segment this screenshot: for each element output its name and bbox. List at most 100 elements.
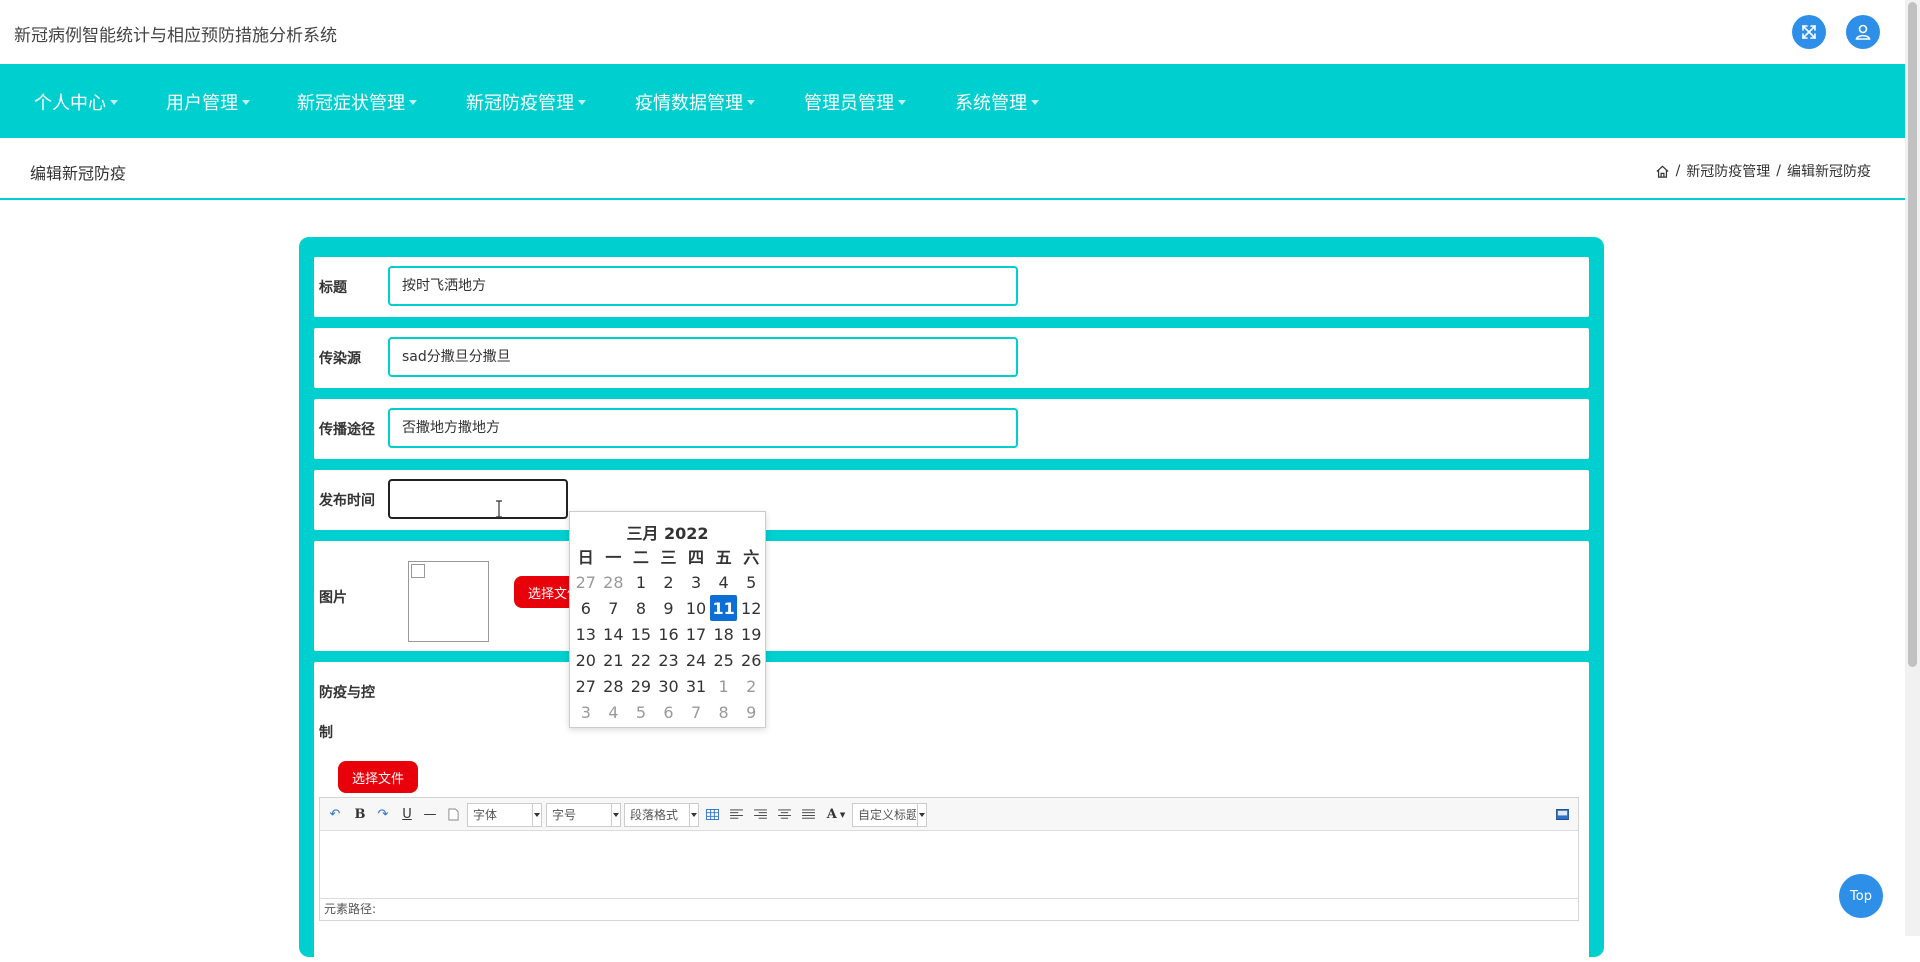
calendar-day[interactable]: 27 <box>572 569 600 595</box>
calendar-day[interactable]: 5 <box>627 699 655 725</box>
calendar-weekday: 三 <box>660 548 677 567</box>
font-select[interactable]: 字体 <box>467 803 542 827</box>
chevron-down-icon <box>409 99 417 105</box>
calendar-day[interactable]: 4 <box>710 569 738 595</box>
calendar-day[interactable]: 21 <box>600 647 628 673</box>
font-size-select[interactable]: 字号 <box>546 803 621 827</box>
calendar-day[interactable]: 28 <box>600 569 628 595</box>
align-center-icon[interactable] <box>776 805 792 823</box>
calendar-day[interactable]: 15 <box>627 621 655 647</box>
calendar-day[interactable]: 6 <box>572 595 600 621</box>
calendar-day[interactable]: 2 <box>737 673 765 699</box>
align-right-icon[interactable] <box>752 805 768 823</box>
calendar-day[interactable]: 1 <box>627 569 655 595</box>
nav-prevention-management[interactable]: 新冠防疫管理 <box>466 89 586 115</box>
chevron-down-icon <box>898 99 906 105</box>
fullscreen-icon <box>1802 25 1816 39</box>
nav-admin-management[interactable]: 管理员管理 <box>804 89 906 115</box>
calendar-day[interactable]: 9 <box>737 699 765 725</box>
calendar-day[interactable]: 13 <box>572 621 600 647</box>
calendar-day[interactable]: 25 <box>710 647 738 673</box>
breadcrumb-current: 编辑新冠防疫 <box>1787 164 1871 180</box>
underline-icon[interactable]: U <box>400 805 414 823</box>
calendar-day[interactable]: 29 <box>627 673 655 699</box>
calendar-day[interactable]: 28 <box>600 673 628 699</box>
title-input[interactable]: 按时飞洒地方 <box>388 266 1018 306</box>
calendar-day[interactable]: 7 <box>682 699 710 725</box>
nav-epidemic-data-management[interactable]: 疫情数据管理 <box>635 89 755 115</box>
prevention-upload-button[interactable]: 选择文件 <box>338 761 418 793</box>
chevron-down-icon <box>1031 99 1039 105</box>
nav-symptom-management[interactable]: 新冠症状管理 <box>297 89 417 115</box>
text-cursor-icon <box>496 500 502 518</box>
date-input[interactable] <box>388 479 568 519</box>
redo-icon[interactable]: ↷ <box>376 805 390 823</box>
paragraph-format-select[interactable]: 段落格式 <box>624 803 699 827</box>
nav-label: 用户管理 <box>166 93 238 114</box>
source-input[interactable]: sad分撒旦分撒旦 <box>388 337 1018 377</box>
nav-user-management[interactable]: 用户管理 <box>166 89 250 115</box>
back-to-top-button[interactable]: Top <box>1839 874 1883 918</box>
editor-statusbar: 元素路径: <box>320 898 1578 920</box>
calendar-day[interactable]: 27 <box>572 673 600 699</box>
calendar-day[interactable]: 14 <box>600 621 628 647</box>
calendar-day[interactable]: 12 <box>737 595 765 621</box>
user-menu-button[interactable] <box>1846 15 1880 49</box>
prevention-label-line1: 防疫与控 <box>319 685 375 701</box>
page-scrollbar[interactable] <box>1905 0 1920 936</box>
nav-personal-center[interactable]: 个人中心 <box>34 89 118 115</box>
calendar-day[interactable]: 10 <box>682 595 710 621</box>
custom-title-select-label: 自定义标题 <box>858 808 916 822</box>
align-left-icon[interactable] <box>728 805 744 823</box>
calendar-day[interactable]: 30 <box>655 673 683 699</box>
rich-text-editor: ↶ B ↷ U — 字体 字号 段落格式 A ▼ 自定义标题 元素路径: <box>319 797 1579 921</box>
table-icon[interactable] <box>704 805 720 823</box>
calendar-day[interactable]: 16 <box>655 621 683 647</box>
font-select-label: 字体 <box>473 808 498 822</box>
calendar-day-selected[interactable]: 11 <box>709 595 738 621</box>
calendar-day[interactable]: 7 <box>600 595 628 621</box>
breadcrumb-separator: / <box>1776 163 1781 179</box>
nav-label: 新冠症状管理 <box>297 93 405 114</box>
calendar-day[interactable]: 22 <box>627 647 655 673</box>
fullscreen-editor-icon[interactable] <box>1554 805 1570 823</box>
calendar-day[interactable]: 8 <box>710 699 738 725</box>
calendar-day[interactable]: 9 <box>655 595 683 621</box>
calendar-day[interactable]: 18 <box>710 621 738 647</box>
calendar-day[interactable]: 6 <box>655 699 683 725</box>
breadcrumb-prevention-management[interactable]: 新冠防疫管理 <box>1686 161 1770 181</box>
edit-form-panel: 标题 按时飞洒地方 传染源 sad分撒旦分撒旦 传播途径 否撒地方撒地方 发布时… <box>299 237 1604 962</box>
calendar-day[interactable]: 24 <box>682 647 710 673</box>
calendar-day[interactable]: 3 <box>572 699 600 725</box>
calendar-day[interactable]: 1 <box>710 673 738 699</box>
calendar-day[interactable]: 19 <box>737 621 765 647</box>
scrollbar-thumb[interactable] <box>1908 2 1917 667</box>
calendar-day[interactable]: 8 <box>627 595 655 621</box>
undo-icon[interactable]: ↶ <box>328 805 342 823</box>
nav-label: 系统管理 <box>955 93 1027 114</box>
calendar-day[interactable]: 23 <box>655 647 683 673</box>
home-icon[interactable] <box>1655 164 1670 179</box>
horizontal-rule-icon[interactable]: — <box>423 805 437 823</box>
calendar-day[interactable]: 2 <box>655 569 683 595</box>
route-input[interactable]: 否撒地方撒地方 <box>388 408 1018 448</box>
chevron-down-icon <box>611 804 620 826</box>
calendar-day[interactable]: 4 <box>600 699 628 725</box>
nav-system-management[interactable]: 系统管理 <box>955 89 1039 115</box>
custom-title-select[interactable]: 自定义标题 <box>852 803 927 827</box>
calendar-day[interactable]: 26 <box>737 647 765 673</box>
top-bar: 新冠病例智能统计与相应预防措施分析系统 <box>0 0 1905 64</box>
bold-icon[interactable]: B <box>353 805 367 823</box>
calendar-day[interactable]: 17 <box>682 621 710 647</box>
calendar-day[interactable]: 3 <box>682 569 710 595</box>
align-justify-icon[interactable] <box>800 805 816 823</box>
calendar-day[interactable]: 5 <box>737 569 765 595</box>
calendar-month-header[interactable]: 三月 2022 <box>570 520 765 544</box>
breadcrumb-bar: 编辑新冠防疫 / 新冠防疫管理 / 编辑新冠防疫 <box>0 138 1905 200</box>
blank-page-icon[interactable] <box>446 805 460 823</box>
font-color-icon[interactable]: A ▼ <box>824 805 848 823</box>
fullscreen-button[interactable] <box>1792 15 1826 49</box>
calendar-day[interactable]: 31 <box>682 673 710 699</box>
calendar-day[interactable]: 20 <box>572 647 600 673</box>
app-title: 新冠病例智能统计与相应预防措施分析系统 <box>14 26 337 46</box>
